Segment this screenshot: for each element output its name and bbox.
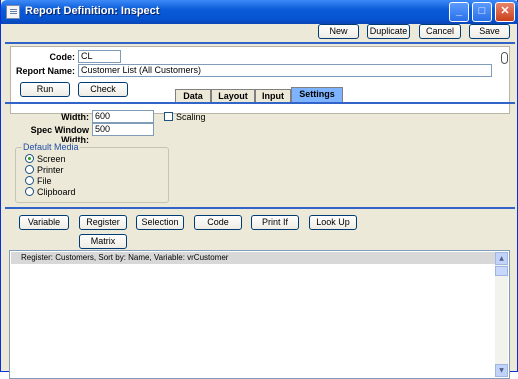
window-icon (6, 5, 20, 19)
selection-button[interactable]: Selection (136, 215, 184, 230)
radio-printer[interactable] (25, 165, 34, 174)
check-button[interactable]: Check (78, 82, 128, 97)
variable-button[interactable]: Variable (19, 215, 69, 230)
radio-clipboard[interactable] (25, 187, 34, 196)
look-up-button[interactable]: Look Up (309, 215, 357, 230)
report-spec-area[interactable]: Register: Customers, Sort by: Name, Vari… (9, 250, 510, 379)
settings-separator (5, 207, 515, 209)
title-bar[interactable]: Report Definition: Inspect _ □ ✕ (1, 0, 518, 24)
radio-clipboard-label: Clipboard (37, 187, 76, 197)
attachment-icon[interactable] (501, 52, 508, 64)
tab-data[interactable]: Data (175, 89, 211, 102)
duplicate-button[interactable]: Duplicate (367, 24, 410, 39)
width-field[interactable]: 600 (92, 110, 154, 123)
radio-screen[interactable] (25, 154, 34, 163)
save-button[interactable]: Save (469, 24, 510, 39)
tab-separator (5, 102, 515, 104)
tab-settings[interactable]: Settings (291, 87, 343, 102)
spec-window-width-field[interactable]: 500 (92, 123, 154, 136)
tab-input[interactable]: Input (255, 89, 291, 102)
run-button[interactable]: Run (20, 82, 70, 97)
scroll-up-icon[interactable]: ▲ (495, 252, 508, 265)
minimize-button[interactable]: _ (449, 2, 469, 22)
cancel-button[interactable]: Cancel (419, 24, 461, 39)
width-label: Width: (61, 112, 89, 122)
radio-file[interactable] (25, 176, 34, 185)
default-media-group: Default Media Screen Printer File Clipbo… (15, 142, 169, 203)
maximize-icon: □ (478, 5, 486, 17)
register-button[interactable]: Register (79, 215, 127, 230)
scroll-thumb[interactable] (495, 266, 508, 276)
code-button[interactable]: Code (194, 215, 242, 230)
maximize-button[interactable]: □ (472, 2, 492, 22)
header-separator (5, 42, 515, 44)
close-button[interactable]: ✕ (495, 2, 515, 22)
report-name-label: Report Name: (15, 66, 75, 76)
content-panel: New Duplicate Cancel Save Code: CL Repor… (5, 24, 515, 379)
code-label: Code: (49, 52, 76, 62)
radio-screen-label: Screen (37, 154, 66, 164)
close-icon: ✕ (500, 5, 510, 17)
vertical-scrollbar[interactable]: ▲ ▼ (495, 252, 508, 377)
window-title: Report Definition: Inspect (25, 5, 160, 17)
radio-file-label: File (37, 176, 52, 186)
minimize-icon: _ (455, 5, 463, 17)
new-button[interactable]: New (318, 24, 359, 39)
radio-printer-label: Printer (37, 165, 64, 175)
report-definition-window: Report Definition: Inspect _ □ ✕ New Dup… (0, 0, 518, 379)
matrix-button[interactable]: Matrix (79, 234, 127, 249)
scroll-down-icon[interactable]: ▼ (495, 364, 508, 377)
print-if-button[interactable]: Print If (251, 215, 299, 230)
scaling-checkbox[interactable] (164, 112, 173, 121)
code-field[interactable]: CL (78, 50, 121, 63)
report-name-field[interactable]: Customer List (All Customers) (78, 64, 492, 77)
tab-layout[interactable]: Layout (211, 89, 255, 102)
default-media-title: Default Media (22, 142, 80, 152)
scaling-label: Scaling (176, 112, 206, 122)
spec-line[interactable]: Register: Customers, Sort by: Name, Vari… (11, 252, 497, 264)
